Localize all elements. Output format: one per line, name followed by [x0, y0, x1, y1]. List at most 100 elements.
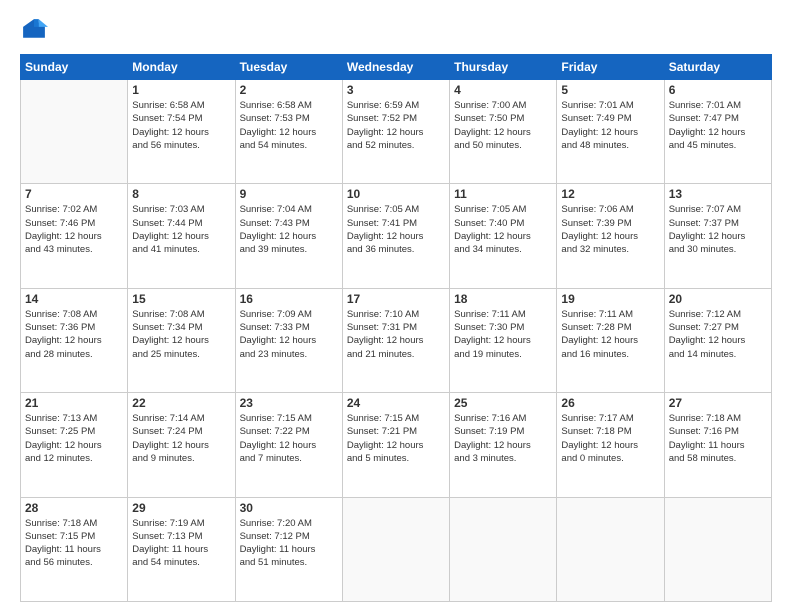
- cell-3-6: 27 Sunrise: 7:18 AMSunset: 7:16 PMDayligh…: [664, 393, 771, 497]
- day-info-3-0: Sunrise: 7:13 AMSunset: 7:25 PMDaylight:…: [25, 412, 123, 465]
- week-row-1: 1 Sunrise: 6:58 AMSunset: 7:54 PMDaylight…: [21, 80, 772, 184]
- day-num-1-1: 8: [132, 187, 230, 201]
- cell-3-2: 23 Sunrise: 7:15 AMSunset: 7:22 PMDayligh…: [235, 393, 342, 497]
- day-info-3-6: Sunrise: 7:18 AMSunset: 7:16 PMDaylight:…: [669, 412, 767, 465]
- col-friday: Friday: [557, 55, 664, 80]
- day-num-0-2: 2: [240, 83, 338, 97]
- cell-3-1: 22 Sunrise: 7:14 AMSunset: 7:24 PMDayligh…: [128, 393, 235, 497]
- day-num-1-3: 10: [347, 187, 445, 201]
- day-num-4-2: 30: [240, 501, 338, 515]
- col-monday: Monday: [128, 55, 235, 80]
- day-num-1-4: 11: [454, 187, 552, 201]
- calendar-body: 1 Sunrise: 6:58 AMSunset: 7:54 PMDaylight…: [21, 80, 772, 602]
- day-info-1-6: Sunrise: 7:07 AMSunset: 7:37 PMDaylight:…: [669, 203, 767, 256]
- cell-4-5: [557, 497, 664, 601]
- day-num-3-1: 22: [132, 396, 230, 410]
- day-info-1-3: Sunrise: 7:05 AMSunset: 7:41 PMDaylight:…: [347, 203, 445, 256]
- cell-2-4: 18Sunrise: 7:11 AMSunset: 7:30 PMDayligh…: [450, 288, 557, 392]
- day-num-1-2: 9: [240, 187, 338, 201]
- day-info-0-4: Sunrise: 7:00 AMSunset: 7:50 PMDaylight:…: [454, 99, 552, 152]
- cell-1-0: 7Sunrise: 7:02 AMSunset: 7:46 PMDaylight…: [21, 184, 128, 288]
- day-num-2-5: 19: [561, 292, 659, 306]
- day-info-2-6: Sunrise: 7:12 AMSunset: 7:27 PMDaylight:…: [669, 308, 767, 361]
- calendar-header: Sunday Monday Tuesday Wednesday Thursday…: [21, 55, 772, 80]
- col-sunday: Sunday: [21, 55, 128, 80]
- header-row: Sunday Monday Tuesday Wednesday Thursday…: [21, 55, 772, 80]
- cell-0-4: 4Sunrise: 7:00 AMSunset: 7:50 PMDaylight…: [450, 80, 557, 184]
- day-info-3-1: Sunrise: 7:14 AMSunset: 7:24 PMDaylight:…: [132, 412, 230, 465]
- cell-0-6: 6Sunrise: 7:01 AMSunset: 7:47 PMDaylight…: [664, 80, 771, 184]
- day-num-0-3: 3: [347, 83, 445, 97]
- day-num-4-1: 29: [132, 501, 230, 515]
- cell-0-2: 2Sunrise: 6:58 AMSunset: 7:53 PMDaylight…: [235, 80, 342, 184]
- cell-4-3: [342, 497, 449, 601]
- day-num-1-0: 7: [25, 187, 123, 201]
- day-num-2-0: 14: [25, 292, 123, 306]
- day-num-3-2: 23: [240, 396, 338, 410]
- cell-4-4: [450, 497, 557, 601]
- day-num-1-5: 12: [561, 187, 659, 201]
- cell-1-2: 9Sunrise: 7:04 AMSunset: 7:43 PMDaylight…: [235, 184, 342, 288]
- col-wednesday: Wednesday: [342, 55, 449, 80]
- day-num-3-3: 24: [347, 396, 445, 410]
- cell-4-1: 29 Sunrise: 7:19 AMSunset: 7:13 PMDayligh…: [128, 497, 235, 601]
- cell-0-0: [21, 80, 128, 184]
- day-num-4-0: 28: [25, 501, 123, 515]
- day-info-4-1: Sunrise: 7:19 AMSunset: 7:13 PMDaylight:…: [132, 517, 230, 570]
- day-num-1-6: 13: [669, 187, 767, 201]
- day-info-1-1: Sunrise: 7:03 AMSunset: 7:44 PMDaylight:…: [132, 203, 230, 256]
- cell-2-5: 19Sunrise: 7:11 AMSunset: 7:28 PMDayligh…: [557, 288, 664, 392]
- cell-4-6: [664, 497, 771, 601]
- day-num-3-5: 26: [561, 396, 659, 410]
- week-row-3: 14 Sunrise: 7:08 AMSunset: 7:36 PMDayligh…: [21, 288, 772, 392]
- col-saturday: Saturday: [664, 55, 771, 80]
- day-info-4-2: Sunrise: 7:20 AMSunset: 7:12 PMDaylight:…: [240, 517, 338, 570]
- cell-2-6: 20 Sunrise: 7:12 AMSunset: 7:27 PMDayligh…: [664, 288, 771, 392]
- cell-2-0: 14 Sunrise: 7:08 AMSunset: 7:36 PMDayligh…: [21, 288, 128, 392]
- day-info-2-4: Sunrise: 7:11 AMSunset: 7:30 PMDaylight:…: [454, 308, 552, 361]
- cell-1-1: 8 Sunrise: 7:03 AMSunset: 7:44 PMDaylight…: [128, 184, 235, 288]
- calendar-table: Sunday Monday Tuesday Wednesday Thursday…: [20, 54, 772, 602]
- week-row-4: 21Sunrise: 7:13 AMSunset: 7:25 PMDayligh…: [21, 393, 772, 497]
- day-num-3-4: 25: [454, 396, 552, 410]
- cell-1-6: 13 Sunrise: 7:07 AMSunset: 7:37 PMDayligh…: [664, 184, 771, 288]
- day-num-2-1: 15: [132, 292, 230, 306]
- day-info-4-0: Sunrise: 7:18 AMSunset: 7:15 PMDaylight:…: [25, 517, 123, 570]
- day-info-3-2: Sunrise: 7:15 AMSunset: 7:22 PMDaylight:…: [240, 412, 338, 465]
- day-num-2-6: 20: [669, 292, 767, 306]
- cell-4-2: 30 Sunrise: 7:20 AMSunset: 7:12 PMDayligh…: [235, 497, 342, 601]
- day-info-3-3: Sunrise: 7:15 AMSunset: 7:21 PMDaylight:…: [347, 412, 445, 465]
- page: Sunday Monday Tuesday Wednesday Thursday…: [0, 0, 792, 612]
- week-row-5: 28 Sunrise: 7:18 AMSunset: 7:15 PMDayligh…: [21, 497, 772, 601]
- logo: [20, 16, 50, 44]
- day-info-1-4: Sunrise: 7:05 AMSunset: 7:40 PMDaylight:…: [454, 203, 552, 256]
- day-info-1-5: Sunrise: 7:06 AMSunset: 7:39 PMDaylight:…: [561, 203, 659, 256]
- cell-3-0: 21Sunrise: 7:13 AMSunset: 7:25 PMDayligh…: [21, 393, 128, 497]
- day-num-0-6: 6: [669, 83, 767, 97]
- day-info-3-4: Sunrise: 7:16 AMSunset: 7:19 PMDaylight:…: [454, 412, 552, 465]
- cell-2-3: 17 Sunrise: 7:10 AMSunset: 7:31 PMDayligh…: [342, 288, 449, 392]
- week-row-2: 7Sunrise: 7:02 AMSunset: 7:46 PMDaylight…: [21, 184, 772, 288]
- day-info-2-1: Sunrise: 7:08 AMSunset: 7:34 PMDaylight:…: [132, 308, 230, 361]
- day-num-2-3: 17: [347, 292, 445, 306]
- cell-1-3: 10 Sunrise: 7:05 AMSunset: 7:41 PMDayligh…: [342, 184, 449, 288]
- cell-0-3: 3Sunrise: 6:59 AMSunset: 7:52 PMDaylight…: [342, 80, 449, 184]
- col-tuesday: Tuesday: [235, 55, 342, 80]
- cell-0-1: 1 Sunrise: 6:58 AMSunset: 7:54 PMDaylight…: [128, 80, 235, 184]
- day-info-2-0: Sunrise: 7:08 AMSunset: 7:36 PMDaylight:…: [25, 308, 123, 361]
- day-num-2-2: 16: [240, 292, 338, 306]
- col-thursday: Thursday: [450, 55, 557, 80]
- day-num-0-5: 5: [561, 83, 659, 97]
- cell-2-1: 15 Sunrise: 7:08 AMSunset: 7:34 PMDayligh…: [128, 288, 235, 392]
- day-info-2-3: Sunrise: 7:10 AMSunset: 7:31 PMDaylight:…: [347, 308, 445, 361]
- day-num-3-6: 27: [669, 396, 767, 410]
- day-info-2-2: Sunrise: 7:09 AMSunset: 7:33 PMDaylight:…: [240, 308, 338, 361]
- cell-3-5: 26 Sunrise: 7:17 AMSunset: 7:18 PMDayligh…: [557, 393, 664, 497]
- cell-3-4: 25 Sunrise: 7:16 AMSunset: 7:19 PMDayligh…: [450, 393, 557, 497]
- header: [20, 16, 772, 44]
- day-num-0-1: 1: [132, 83, 230, 97]
- day-info-0-1: Sunrise: 6:58 AMSunset: 7:54 PMDaylight:…: [132, 99, 230, 152]
- cell-4-0: 28 Sunrise: 7:18 AMSunset: 7:15 PMDayligh…: [21, 497, 128, 601]
- cell-2-2: 16 Sunrise: 7:09 AMSunset: 7:33 PMDayligh…: [235, 288, 342, 392]
- day-info-3-5: Sunrise: 7:17 AMSunset: 7:18 PMDaylight:…: [561, 412, 659, 465]
